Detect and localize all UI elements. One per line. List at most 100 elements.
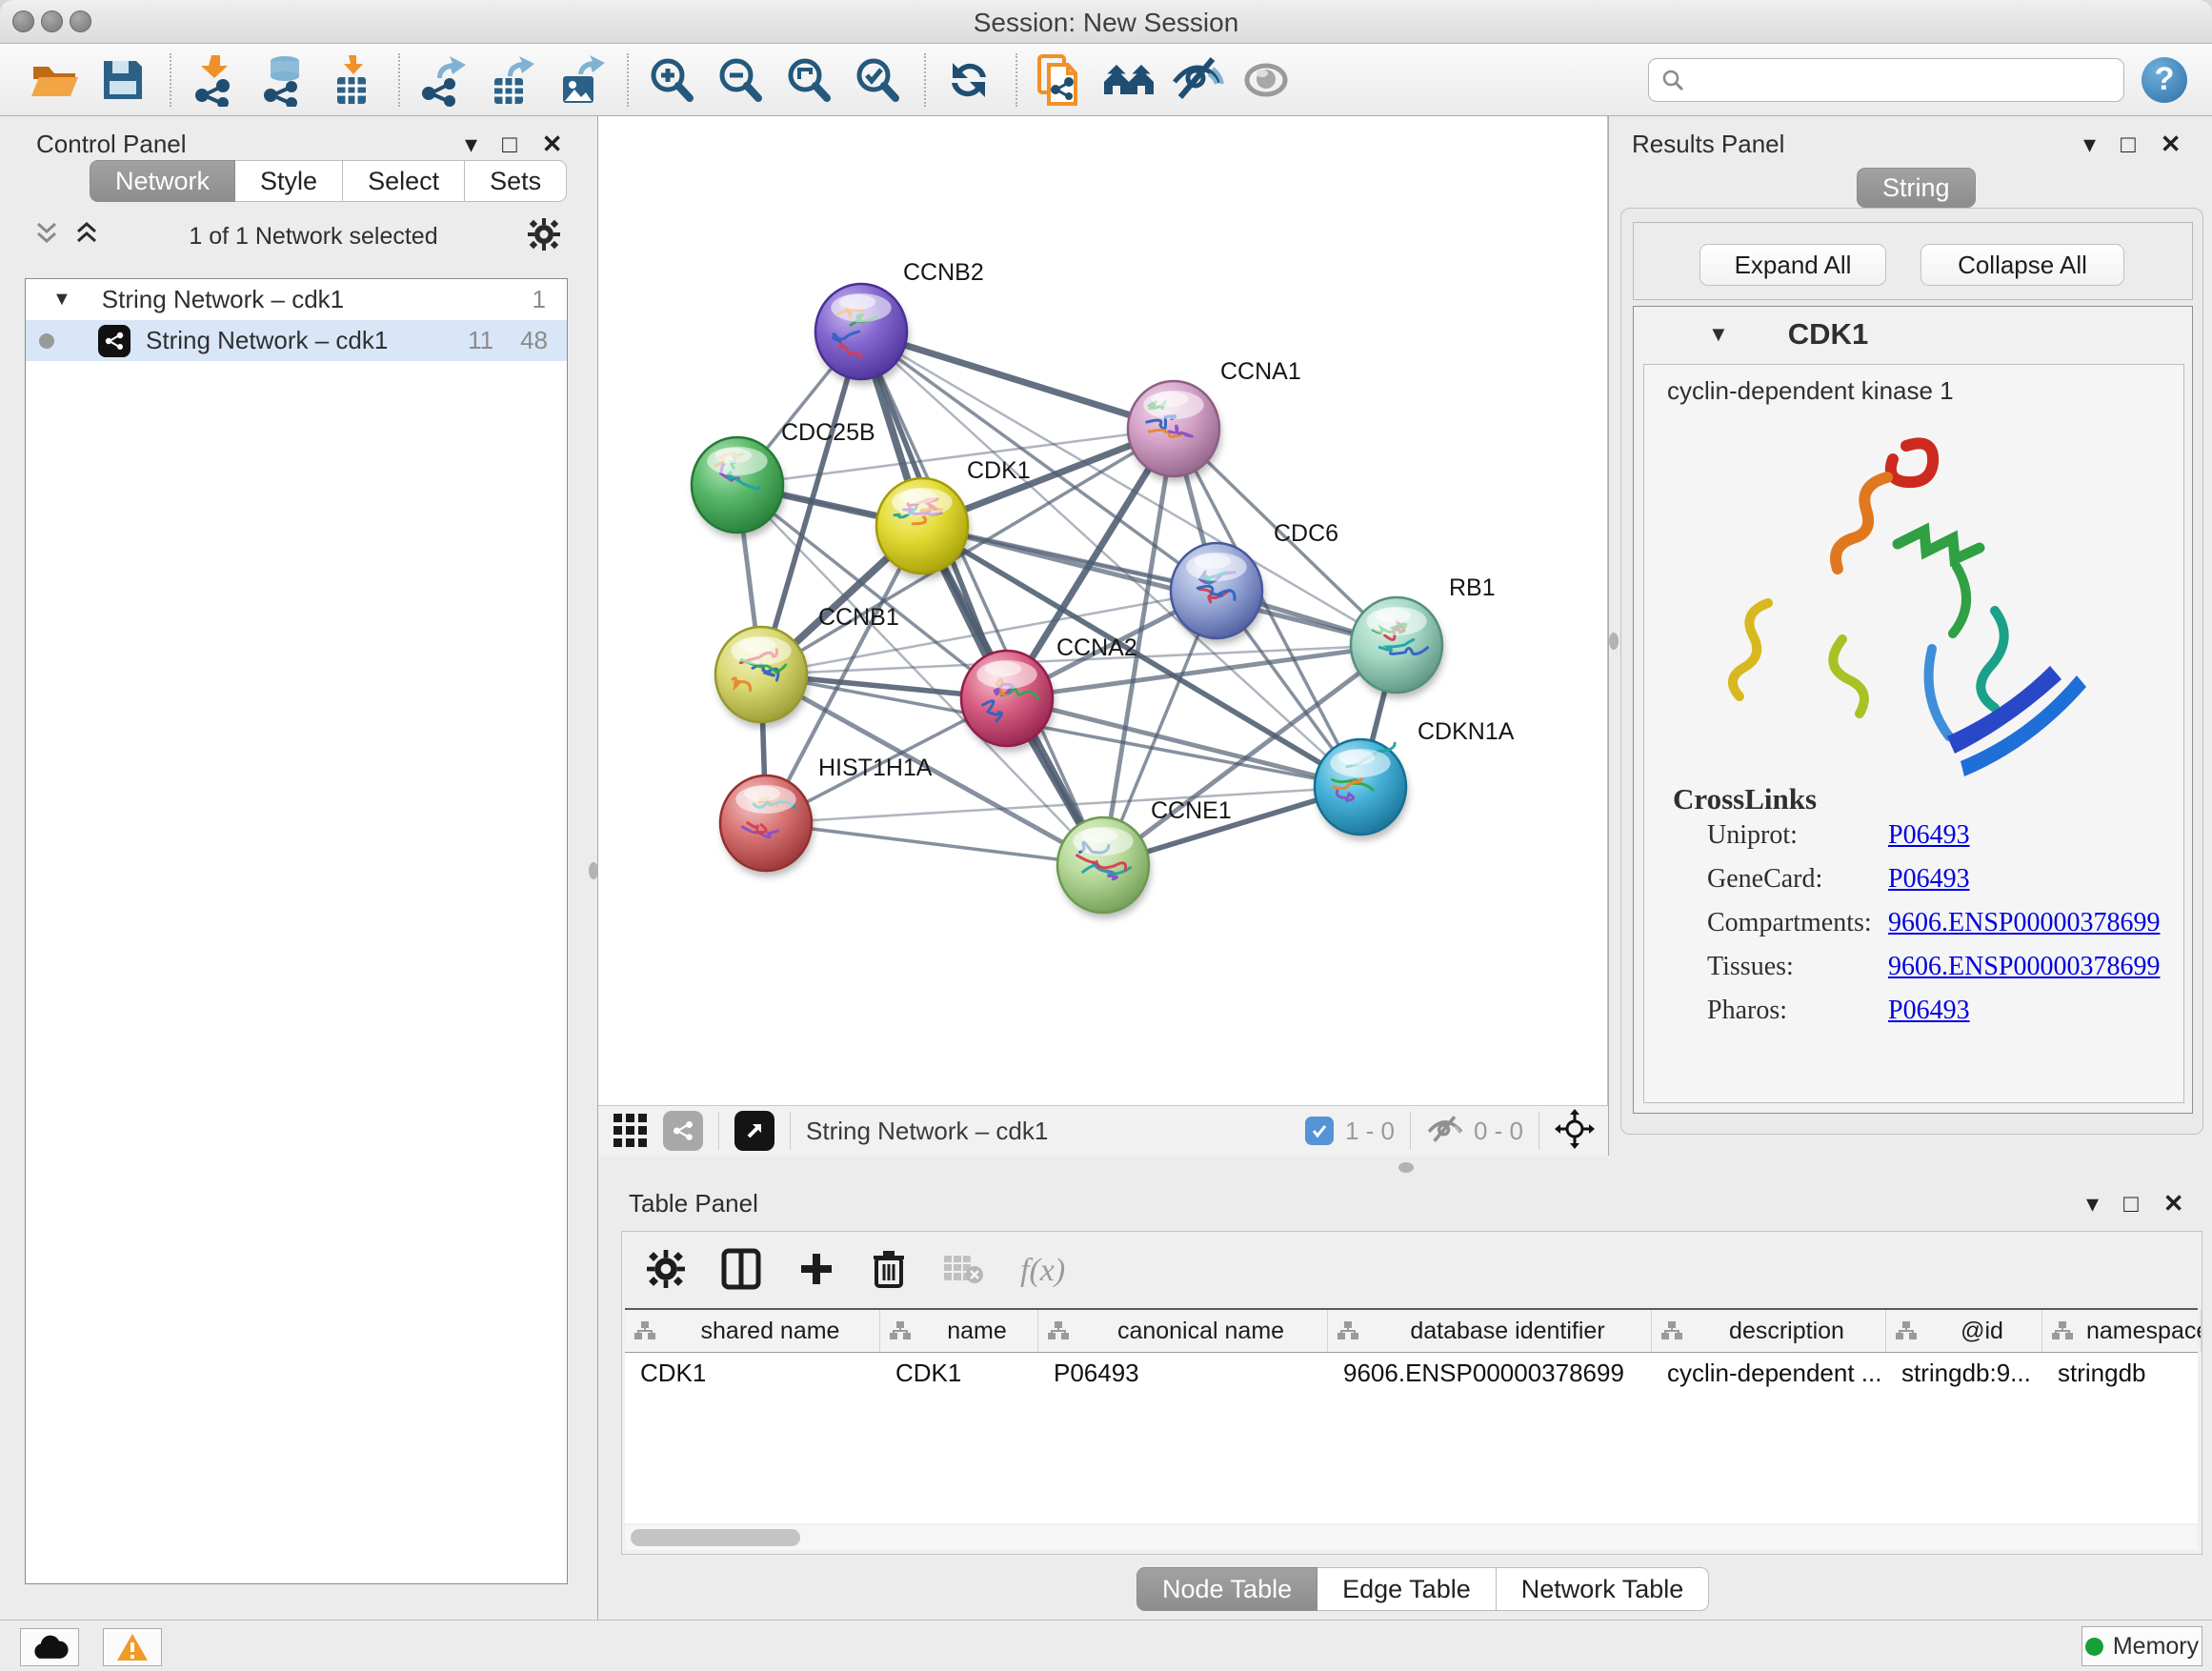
zoom-fit-icon[interactable] [781, 52, 836, 108]
crosslink-link[interactable]: P06493 [1888, 820, 1970, 851]
network-node[interactable] [715, 627, 809, 728]
column-header-id[interactable]: @id [1886, 1310, 2042, 1352]
expand-all-button[interactable]: Expand All [1699, 244, 1886, 286]
tab-style[interactable]: Style [235, 160, 343, 202]
network-edge[interactable] [861, 332, 1174, 429]
right-splitter-handle[interactable] [1609, 633, 1619, 650]
import-network-icon[interactable] [187, 52, 242, 108]
column-header-namespace[interactable]: namespace [2042, 1310, 2202, 1352]
import-table-icon[interactable] [324, 52, 379, 108]
save-session-icon[interactable] [95, 52, 151, 108]
tab-network[interactable]: Network [90, 160, 235, 202]
tab-select[interactable]: Select [343, 160, 465, 202]
search-box[interactable] [1648, 58, 2124, 102]
panel-float-icon[interactable]: □ [2123, 1191, 2139, 1216]
preview-icon[interactable] [1238, 52, 1294, 108]
zoom-out-icon[interactable] [713, 52, 768, 108]
network-node[interactable] [1057, 817, 1151, 918]
show-hide-icon[interactable] [1170, 52, 1225, 108]
export-table-icon[interactable] [484, 52, 539, 108]
section-collapse-icon[interactable]: ▼ [1708, 322, 1729, 347]
open-session-icon[interactable] [27, 52, 82, 108]
tab-edge-table[interactable]: Edge Table [1317, 1567, 1497, 1611]
table-settings-gear-icon[interactable] [647, 1250, 685, 1293]
detach-view-icon[interactable] [734, 1111, 774, 1151]
network-node[interactable] [876, 478, 970, 579]
zoom-in-icon[interactable] [644, 52, 699, 108]
panel-float-icon[interactable]: □ [2121, 131, 2136, 156]
tab-string[interactable]: String [1857, 168, 1976, 208]
table-cell[interactable]: stringdb [2042, 1353, 2202, 1395]
collapse-all-button[interactable]: Collapse All [1920, 244, 2124, 286]
panel-menu-icon[interactable]: ▾ [2083, 131, 2096, 156]
network-graph[interactable]: CCNB2CCNA1CDC25BCDK1CDC6RB1CCNB1CCNA2CDK… [610, 116, 1608, 1105]
column-header-canonicalname[interactable]: canonical name [1038, 1310, 1328, 1352]
tree-expand-icon[interactable]: ▼ [52, 289, 71, 311]
crosslink-link[interactable]: P06493 [1888, 864, 1970, 895]
network-node[interactable] [1351, 597, 1444, 698]
left-splitter-handle[interactable] [589, 862, 598, 879]
panel-close-icon[interactable]: ✕ [542, 131, 563, 156]
network-edge[interactable] [766, 823, 1103, 865]
string-home-icon[interactable] [1101, 52, 1156, 108]
column-header-description[interactable]: description [1652, 1310, 1886, 1352]
tab-node-table[interactable]: Node Table [1136, 1567, 1317, 1611]
network-node[interactable] [1171, 543, 1264, 644]
table-row[interactable]: CDK1CDK1P064939606.ENSP00000378699cyclin… [625, 1353, 2198, 1395]
table-cell[interactable]: 9606.ENSP00000378699 [1328, 1353, 1652, 1395]
network-node[interactable] [720, 775, 814, 876]
splitter-handle[interactable] [1398, 1162, 1414, 1173]
string-view-icon[interactable] [663, 1111, 703, 1151]
memory-button[interactable]: Memory [2081, 1626, 2202, 1666]
panel-close-icon[interactable]: ✕ [2161, 131, 2182, 156]
table-cell[interactable]: CDK1 [880, 1353, 1038, 1395]
export-network-icon[interactable] [415, 52, 471, 108]
import-network-database-icon[interactable] [255, 52, 311, 108]
delete-column-icon[interactable] [872, 1249, 906, 1294]
network-row[interactable]: String Network – cdk1 11 48 [26, 320, 567, 361]
network-node[interactable] [692, 437, 785, 538]
column-header-name[interactable]: name [880, 1310, 1038, 1352]
crosslink-link[interactable]: 9606.ENSP00000378699 [1888, 908, 2160, 938]
cloud-button[interactable] [20, 1628, 79, 1666]
share-document-icon[interactable] [1033, 52, 1088, 108]
function-builder-icon[interactable]: f(x) [1020, 1253, 1065, 1289]
warning-button[interactable] [103, 1628, 162, 1666]
expand-all-networks-icon[interactable] [74, 220, 99, 253]
column-header-databaseidentifier[interactable]: database identifier [1328, 1310, 1652, 1352]
network-node[interactable] [1128, 381, 1221, 482]
crosslink-link[interactable]: 9606.ENSP00000378699 [1888, 952, 2160, 982]
gear-icon[interactable] [528, 218, 560, 255]
panel-menu-icon[interactable]: ▾ [465, 131, 477, 156]
selected-checkbox-icon[interactable] [1305, 1117, 1334, 1145]
refresh-icon[interactable] [941, 52, 996, 108]
show-columns-icon[interactable] [721, 1248, 761, 1295]
help-icon[interactable]: ? [2142, 57, 2187, 103]
panel-float-icon[interactable]: □ [502, 131, 517, 156]
crosslink-link[interactable]: P06493 [1888, 996, 1970, 1026]
grid-view-icon[interactable] [612, 1110, 650, 1153]
scrollbar-thumb[interactable] [631, 1529, 800, 1546]
horizontal-scrollbar[interactable] [625, 1525, 2198, 1550]
collapse-all-networks-icon[interactable] [34, 220, 59, 253]
table-cell[interactable]: cyclin-dependent ... [1652, 1353, 1886, 1395]
panel-menu-icon[interactable]: ▾ [2086, 1191, 2099, 1216]
table-cell[interactable]: CDK1 [625, 1353, 880, 1395]
search-input[interactable] [1685, 66, 2095, 94]
panel-close-icon[interactable]: ✕ [2163, 1191, 2184, 1216]
tab-sets[interactable]: Sets [465, 160, 567, 202]
export-image-icon[interactable] [553, 52, 608, 108]
horizontal-splitter[interactable] [598, 1156, 2212, 1178]
tab-network-table[interactable]: Network Table [1497, 1567, 1710, 1611]
add-column-icon[interactable] [797, 1250, 835, 1293]
delete-table-icon[interactable] [942, 1252, 984, 1291]
network-collection-row[interactable]: ▼ String Network – cdk1 1 [26, 279, 567, 320]
table-header-row[interactable]: shared namenamecanonical namedatabase id… [625, 1310, 2198, 1353]
network-node[interactable] [1315, 739, 1408, 840]
gene-section-header[interactable]: ▼ CDK1 [1634, 307, 2192, 362]
fit-content-crosshair-icon[interactable] [1555, 1109, 1595, 1154]
column-header-sharedname[interactable]: shared name [625, 1310, 880, 1352]
table-cell[interactable]: stringdb:9... [1886, 1353, 2042, 1395]
table-cell[interactable]: P06493 [1038, 1353, 1328, 1395]
zoom-selected-icon[interactable] [850, 52, 905, 108]
